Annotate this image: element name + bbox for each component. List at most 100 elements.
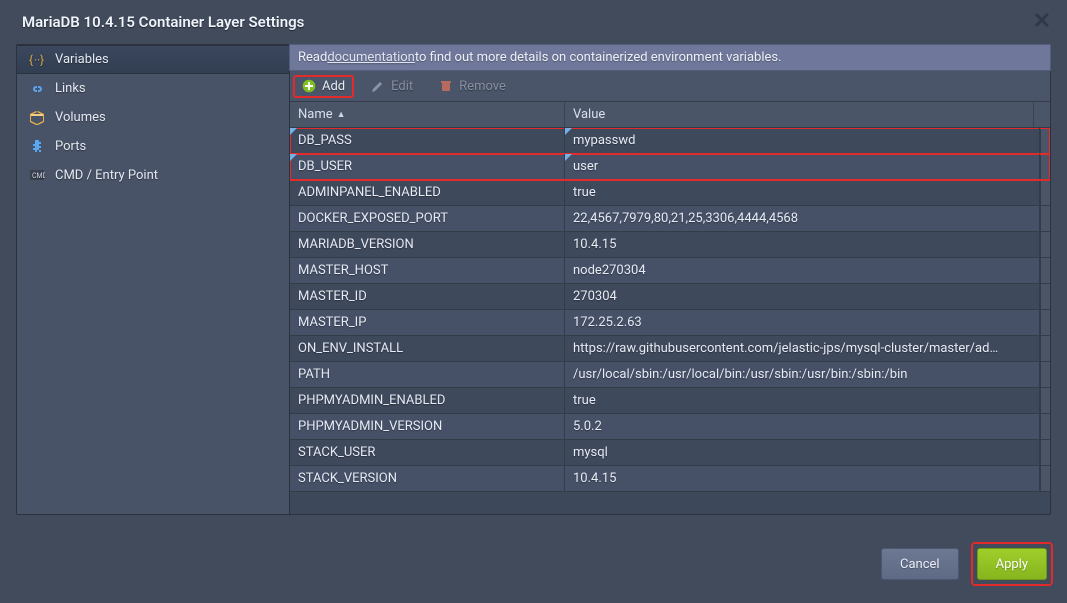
cell-value[interactable]: mysql bbox=[565, 440, 1040, 465]
add-label: Add bbox=[322, 79, 345, 94]
cell-value[interactable]: node270304 bbox=[565, 258, 1040, 283]
documentation-link[interactable]: documentation bbox=[327, 50, 415, 65]
apply-button[interactable]: Apply bbox=[977, 548, 1047, 580]
apply-highlight: Apply bbox=[973, 544, 1051, 584]
cell-value[interactable]: mypasswd bbox=[565, 128, 1040, 153]
cell-value[interactable]: 270304 bbox=[565, 284, 1040, 309]
col-header-value[interactable]: Value bbox=[565, 102, 1034, 127]
cell-value[interactable]: /usr/local/sbin:/usr/local/bin:/usr/sbin… bbox=[565, 362, 1040, 387]
table-row[interactable]: PHPMYADMIN_ENABLEDtrue bbox=[290, 388, 1050, 414]
cell-name[interactable]: ON_ENV_INSTALL bbox=[290, 336, 565, 361]
info-prefix: Read bbox=[298, 50, 327, 65]
sidebar-item-ports[interactable]: Ports bbox=[17, 132, 289, 161]
table-row[interactable]: STACK_VERSION10.4.15 bbox=[290, 466, 1050, 492]
cell-name[interactable]: PHPMYADMIN_VERSION bbox=[290, 414, 565, 439]
trash-icon bbox=[439, 79, 453, 93]
editable-indicator-icon bbox=[565, 154, 572, 161]
table-row[interactable]: STACK_USERmysql bbox=[290, 440, 1050, 466]
scroll-gutter bbox=[1040, 466, 1050, 491]
footer: Cancel Apply bbox=[16, 539, 1051, 589]
cell-name[interactable]: DOCKER_EXPOSED_PORT bbox=[290, 206, 565, 231]
sort-asc-icon: ▲ bbox=[337, 109, 346, 120]
cell-name[interactable]: MASTER_ID bbox=[290, 284, 565, 309]
content-pane: Read documentation to find out more deta… bbox=[290, 45, 1050, 514]
cell-name[interactable]: MASTER_IP bbox=[290, 310, 565, 335]
sidebar-item-label: Volumes bbox=[55, 110, 106, 125]
table-row[interactable]: MASTER_IP172.25.2.63 bbox=[290, 310, 1050, 336]
scroll-gutter bbox=[1040, 310, 1050, 335]
cell-name[interactable]: STACK_USER bbox=[290, 440, 565, 465]
sidebar-icon: CMD bbox=[29, 167, 45, 183]
cell-name[interactable]: ADMINPANEL_ENABLED bbox=[290, 180, 565, 205]
cell-value[interactable]: true bbox=[565, 180, 1040, 205]
col-value-label: Value bbox=[573, 107, 605, 122]
sidebar-item-label: Links bbox=[55, 81, 86, 96]
scroll-gutter bbox=[1040, 388, 1050, 413]
sidebar-icon bbox=[29, 138, 45, 154]
table-row[interactable]: MARIADB_VERSION10.4.15 bbox=[290, 232, 1050, 258]
cell-value[interactable]: user bbox=[565, 154, 1040, 179]
cell-value[interactable]: 22,4567,7979,80,21,25,3306,4444,4568 bbox=[565, 206, 1040, 231]
info-suffix: to find out more details on containerize… bbox=[415, 50, 782, 65]
sidebar-item-label: CMD / Entry Point bbox=[55, 168, 158, 183]
scroll-gutter bbox=[1040, 258, 1050, 283]
scroll-gutter bbox=[1040, 180, 1050, 205]
svg-text:CMD: CMD bbox=[32, 172, 45, 180]
sidebar-item-volumes[interactable]: Volumes bbox=[17, 103, 289, 132]
cell-value[interactable]: 10.4.15 bbox=[565, 232, 1040, 257]
col-name-label: Name bbox=[298, 107, 333, 122]
table-row[interactable]: ADMINPANEL_ENABLEDtrue bbox=[290, 180, 1050, 206]
table-row[interactable]: PATH/usr/local/sbin:/usr/local/bin:/usr/… bbox=[290, 362, 1050, 388]
table-row[interactable]: ON_ENV_INSTALLhttps://raw.githubusercont… bbox=[290, 336, 1050, 362]
col-header-name[interactable]: Name ▲ bbox=[290, 102, 565, 127]
cell-name[interactable]: PATH bbox=[290, 362, 565, 387]
cancel-button[interactable]: Cancel bbox=[881, 548, 959, 580]
cell-name[interactable]: PHPMYADMIN_ENABLED bbox=[290, 388, 565, 413]
scroll-gutter bbox=[1040, 154, 1050, 179]
sidebar-item-links[interactable]: Links bbox=[17, 74, 289, 103]
sidebar-item-cmd-entry-point[interactable]: CMD CMD / Entry Point bbox=[17, 161, 289, 190]
editable-indicator-icon bbox=[290, 154, 297, 161]
cell-name[interactable]: MARIADB_VERSION bbox=[290, 232, 565, 257]
sidebar-icon bbox=[29, 109, 45, 125]
scroll-gutter bbox=[1040, 206, 1050, 231]
table-row[interactable]: MASTER_HOSTnode270304 bbox=[290, 258, 1050, 284]
cell-value[interactable]: 5.0.2 bbox=[565, 414, 1040, 439]
cell-name[interactable]: DB_USER bbox=[290, 154, 565, 179]
scroll-gutter bbox=[1040, 440, 1050, 465]
cell-value[interactable]: 172.25.2.63 bbox=[565, 310, 1040, 335]
scroll-gutter-head bbox=[1034, 102, 1050, 127]
scroll-gutter bbox=[1040, 414, 1050, 439]
sidebar-icon bbox=[29, 80, 45, 96]
toolbar: Add Edit Remove bbox=[290, 71, 1050, 102]
table-row[interactable]: DOCKER_EXPOSED_PORT22,4567,7979,80,21,25… bbox=[290, 206, 1050, 232]
close-icon[interactable]: ✕ bbox=[1033, 11, 1051, 33]
cell-name[interactable]: MASTER_HOST bbox=[290, 258, 565, 283]
remove-button[interactable]: Remove bbox=[431, 76, 514, 97]
editable-indicator-icon bbox=[565, 128, 572, 135]
table-row[interactable]: DB_PASSmypasswd bbox=[290, 128, 1050, 154]
cell-value[interactable]: true bbox=[565, 388, 1040, 413]
editable-indicator-icon bbox=[290, 128, 297, 135]
cell-value[interactable]: https://raw.githubusercontent.com/jelast… bbox=[565, 336, 1040, 361]
cell-name[interactable]: STACK_VERSION bbox=[290, 466, 565, 491]
plus-icon bbox=[302, 79, 316, 93]
table-row[interactable]: DB_USERuser bbox=[290, 154, 1050, 180]
sidebar-icon: {··} bbox=[29, 52, 45, 68]
scroll-gutter bbox=[1040, 232, 1050, 257]
svg-text:{: { bbox=[29, 53, 33, 67]
edit-button[interactable]: Edit bbox=[363, 76, 421, 97]
table-header: Name ▲ Value bbox=[290, 102, 1050, 128]
scroll-gutter bbox=[1040, 128, 1050, 153]
table-row[interactable]: MASTER_ID270304 bbox=[290, 284, 1050, 310]
cell-name[interactable]: DB_PASS bbox=[290, 128, 565, 153]
table-row[interactable]: PHPMYADMIN_VERSION5.0.2 bbox=[290, 414, 1050, 440]
scroll-gutter bbox=[1040, 362, 1050, 387]
sidebar-item-variables[interactable]: {··}Variables bbox=[17, 45, 289, 74]
cell-value[interactable]: 10.4.15 bbox=[565, 466, 1040, 491]
pencil-icon bbox=[371, 79, 385, 93]
dialog-title: MariaDB 10.4.15 Container Layer Settings bbox=[22, 13, 304, 31]
scroll-gutter bbox=[1040, 284, 1050, 309]
add-button[interactable]: Add bbox=[294, 76, 353, 97]
scroll-gutter bbox=[1040, 336, 1050, 361]
